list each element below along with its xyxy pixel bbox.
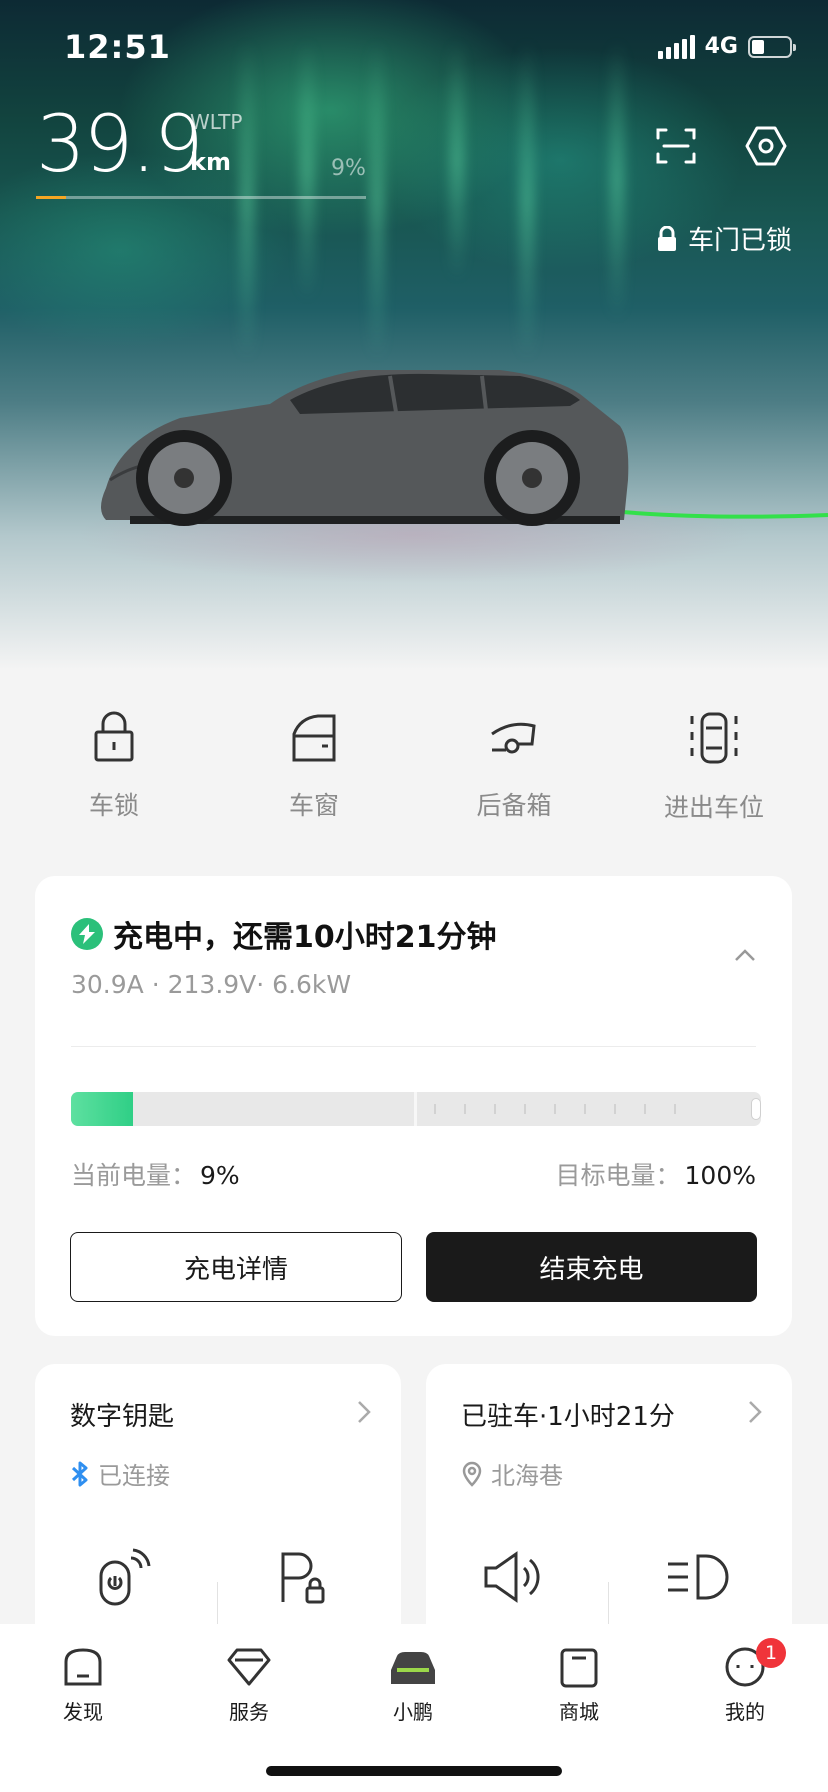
charge-bar-tick bbox=[554, 1104, 556, 1114]
chevron-right-icon bbox=[358, 1401, 371, 1423]
tab-shop[interactable]: 商城 bbox=[524, 1644, 634, 1725]
charge-bar-tick bbox=[674, 1104, 676, 1114]
quick-action-label: 后备箱 bbox=[476, 791, 552, 820]
horn-icon[interactable] bbox=[480, 1544, 546, 1610]
settings-hex-icon[interactable] bbox=[744, 124, 788, 168]
status-bar-right: 4G bbox=[657, 34, 796, 59]
signal-icon bbox=[657, 34, 695, 59]
divider bbox=[71, 1046, 756, 1047]
parking-lock-icon[interactable] bbox=[279, 1544, 331, 1610]
parked-title: 已驻车·1小时21分 bbox=[461, 1402, 675, 1432]
quick-actions: 车锁 车窗 后备箱 进出车位 bbox=[0, 710, 828, 840]
door-lock-status: 车门已锁 bbox=[656, 220, 792, 257]
charge-bar-tick bbox=[434, 1104, 436, 1114]
charging-title: 充电中，还需10小时21分钟 bbox=[71, 912, 497, 956]
quick-action-trunk[interactable]: 后备箱 bbox=[414, 710, 614, 822]
current-soc-value: 9% bbox=[200, 1161, 240, 1190]
charging-details: 30.9A · 213.9V· 6.6kW bbox=[71, 970, 352, 999]
headlight-icon[interactable] bbox=[664, 1544, 730, 1610]
chevron-up-icon[interactable] bbox=[734, 948, 756, 962]
charge-level-fill bbox=[71, 1092, 134, 1126]
bluetooth-icon bbox=[71, 1461, 88, 1486]
range-unit: km bbox=[190, 148, 231, 176]
parking-status-card[interactable]: 已驻车·1小时21分 北海巷 bbox=[426, 1364, 792, 1664]
range-standard: WLTP bbox=[190, 110, 243, 134]
digital-key-title: 数字钥匙 bbox=[70, 1402, 175, 1432]
tab-label: 我的 bbox=[725, 1700, 765, 1724]
quick-action-parking[interactable]: 进出车位 bbox=[614, 710, 814, 824]
car-icon bbox=[391, 1652, 435, 1684]
battery-percent: 9% bbox=[331, 156, 366, 181]
range-bar bbox=[36, 196, 366, 199]
key-connection-status: 已连接 bbox=[98, 1462, 170, 1490]
tab-profile[interactable]: 1 我的 bbox=[690, 1638, 800, 1725]
home-indicator bbox=[266, 1766, 562, 1776]
scan-icon[interactable] bbox=[654, 124, 698, 168]
parked-location-text: 北海巷 bbox=[491, 1462, 563, 1490]
charge-bar-tick bbox=[464, 1104, 466, 1114]
chevron-right-icon bbox=[749, 1401, 762, 1423]
stop-charging-button[interactable]: 结束充电 bbox=[426, 1232, 757, 1302]
service-icon bbox=[227, 1648, 271, 1686]
quick-action-lock[interactable]: 车锁 bbox=[14, 710, 214, 822]
charge-bar-tick bbox=[524, 1104, 526, 1114]
charging-bolt-icon bbox=[71, 918, 103, 950]
tab-service[interactable]: 服务 bbox=[194, 1644, 304, 1725]
network-type: 4G bbox=[704, 34, 738, 59]
target-soc-value: 100% bbox=[684, 1161, 756, 1190]
quick-action-label: 车锁 bbox=[88, 791, 139, 820]
lock-status-text: 车门已锁 bbox=[687, 226, 792, 256]
charge-level-bar[interactable] bbox=[71, 1092, 761, 1126]
charge-bar-tick bbox=[614, 1104, 616, 1114]
padlock-icon bbox=[657, 225, 676, 251]
tab-label: 小鹏 bbox=[393, 1700, 433, 1724]
notification-badge: 1 bbox=[756, 1638, 786, 1668]
remote-start-icon[interactable] bbox=[91, 1544, 157, 1610]
window-icon bbox=[292, 714, 336, 762]
tab-label: 服务 bbox=[229, 1700, 269, 1724]
target-level-handle[interactable] bbox=[751, 1098, 761, 1120]
parking-in-out-icon bbox=[690, 712, 738, 764]
charge-bar-tick bbox=[584, 1104, 586, 1114]
charge-bar-tick bbox=[494, 1104, 496, 1114]
tab-discover[interactable]: 发现 bbox=[28, 1644, 138, 1725]
location-pin-icon bbox=[462, 1461, 482, 1487]
lock-icon bbox=[94, 711, 134, 762]
current-soc: 当前电量： 9% bbox=[71, 1156, 240, 1192]
range-value: 39.9 bbox=[36, 100, 204, 190]
tab-label: 商城 bbox=[559, 1700, 599, 1724]
battery-icon bbox=[748, 35, 796, 58]
vehicle-hero: 12:51 4G 39.9 WLTP km 9% 车门已锁 bbox=[0, 0, 828, 670]
quick-action-label: 进出车位 bbox=[663, 793, 764, 822]
trunk-icon bbox=[491, 722, 536, 754]
tab-xpeng[interactable]: 小鹏 bbox=[358, 1644, 468, 1725]
current-soc-label: 当前电量： bbox=[71, 1161, 197, 1190]
target-soc-label: 目标电量： bbox=[555, 1161, 681, 1190]
status-time: 12:51 bbox=[64, 28, 171, 66]
target-soc: 目标电量： 100% bbox=[556, 1156, 757, 1192]
charging-status-text: 充电中，还需10小时21分钟 bbox=[113, 920, 497, 955]
charge-bar-tick bbox=[644, 1104, 646, 1114]
key-connection: 已连接 bbox=[70, 1456, 170, 1491]
charging-details-button[interactable]: 充电详情 bbox=[70, 1232, 402, 1302]
digital-key-card[interactable]: 数字钥匙 已连接 bbox=[35, 1364, 401, 1664]
parked-location: 北海巷 bbox=[461, 1456, 563, 1491]
tab-label: 发现 bbox=[63, 1700, 103, 1724]
range-display: 39.9 WLTP km 9% bbox=[36, 100, 366, 199]
car-image bbox=[101, 370, 828, 526]
quick-action-window[interactable]: 车窗 bbox=[214, 710, 414, 822]
shop-icon bbox=[560, 1648, 598, 1688]
discover-icon bbox=[64, 1648, 102, 1686]
quick-action-label: 车窗 bbox=[288, 791, 339, 820]
charging-card: 充电中，还需10小时21分钟 30.9A · 213.9V· 6.6kW 当前电… bbox=[35, 876, 792, 1336]
